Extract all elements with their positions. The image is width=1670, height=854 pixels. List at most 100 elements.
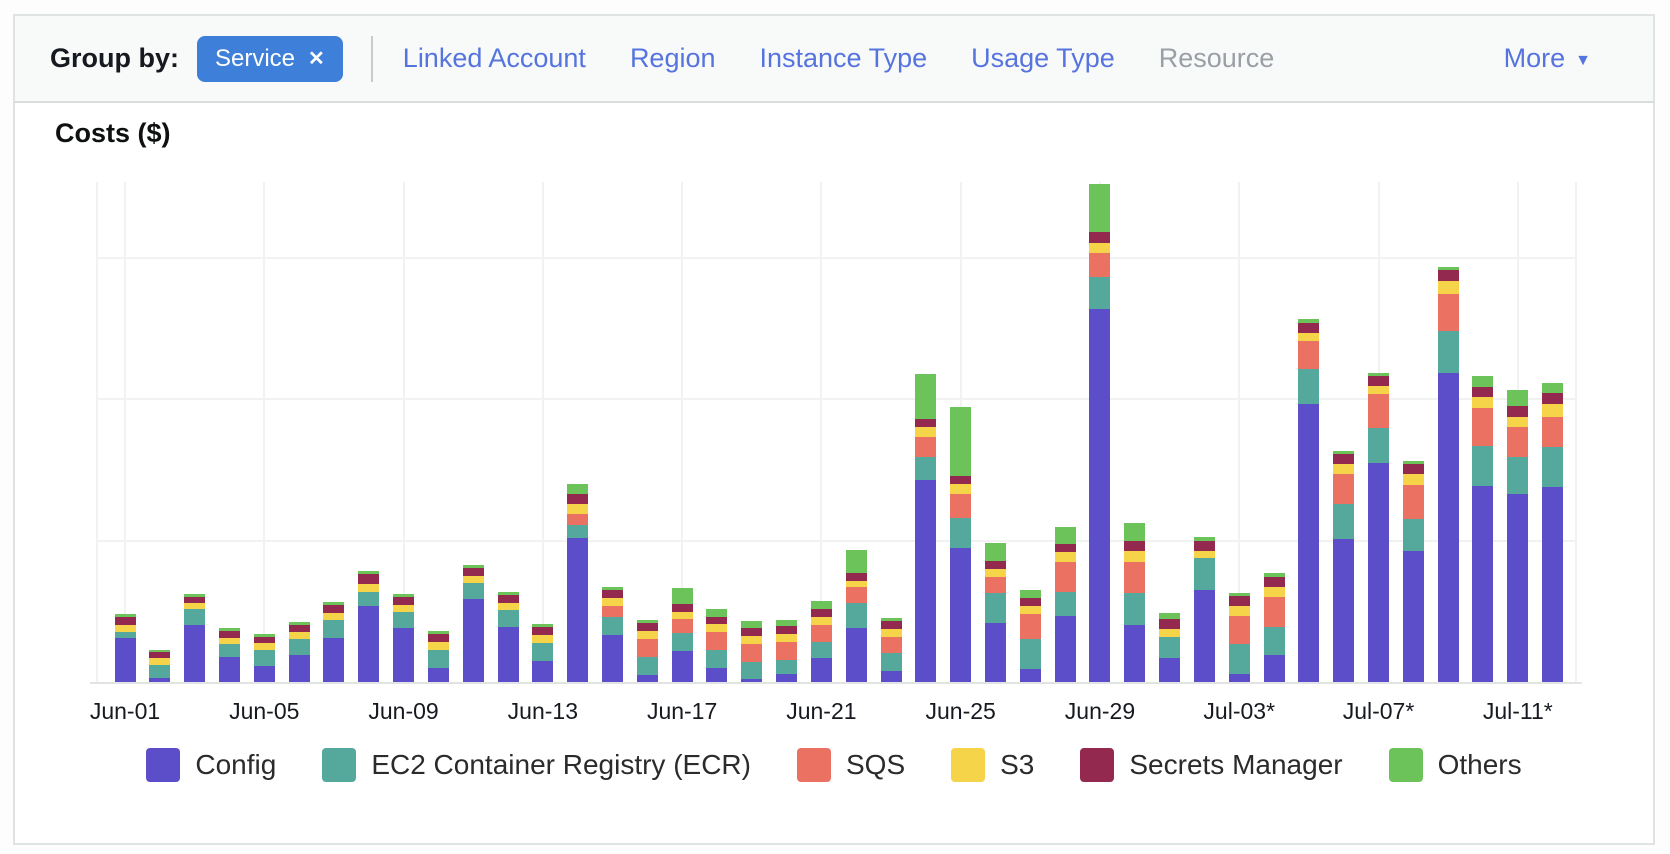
bar-jun-13[interactable] [532,624,553,682]
group-by-option-instance-type[interactable]: Instance Type [760,43,928,74]
bar-segment-others[interactable] [985,543,1006,561]
bar-segment-ec2-container-registry-ecr[interactable] [1264,627,1285,655]
bar-jun-19[interactable] [741,621,762,682]
bar-jun-08[interactable] [358,571,379,682]
bar-segment-s3[interactable] [1472,397,1493,408]
bar-segment-s3[interactable] [115,625,136,632]
bar-segment-secrets-manager[interactable] [393,597,414,605]
bar-segment-sqs[interactable] [1403,485,1424,519]
bar-jul-07[interactable] [1368,373,1389,682]
bar-segment-s3[interactable] [358,584,379,592]
bar-jun-03[interactable] [184,594,205,682]
bar-segment-ec2-container-registry-ecr[interactable] [1194,558,1215,590]
bar-segment-s3[interactable] [1089,243,1110,253]
bar-segment-secrets-manager[interactable] [776,626,797,634]
bar-jul-08[interactable] [1403,461,1424,682]
bar-segment-s3[interactable] [393,605,414,612]
bar-segment-config[interactable] [1368,463,1389,682]
bar-segment-ec2-container-registry-ecr[interactable] [1124,593,1145,625]
more-dropdown[interactable]: More ▼ [1504,43,1591,74]
bar-segment-sqs[interactable] [602,606,623,617]
bar-segment-s3[interactable] [706,624,727,632]
bar-segment-secrets-manager[interactable] [1472,387,1493,397]
bar-segment-ec2-container-registry-ecr[interactable] [323,620,344,638]
bar-segment-secrets-manager[interactable] [1055,544,1076,552]
bar-segment-config[interactable] [1542,487,1563,682]
bar-segment-config[interactable] [672,651,693,682]
bar-segment-config[interactable] [1333,539,1354,682]
bar-segment-secrets-manager[interactable] [1438,270,1459,281]
bar-segment-ec2-container-registry-ecr[interactable] [358,592,379,606]
bar-jun-25[interactable] [950,407,971,682]
bar-segment-ec2-container-registry-ecr[interactable] [1333,504,1354,539]
bar-segment-ec2-container-registry-ecr[interactable] [1020,639,1041,669]
bar-segment-s3[interactable] [463,576,484,583]
bar-segment-s3[interactable] [323,613,344,620]
bar-segment-sqs[interactable] [1542,417,1563,447]
bar-jun-12[interactable] [498,592,519,682]
bar-segment-secrets-manager[interactable] [846,573,867,581]
bar-segment-secrets-manager[interactable] [1403,464,1424,474]
bar-segment-s3[interactable] [741,636,762,644]
bar-segment-config[interactable] [184,625,205,682]
bar-segment-s3[interactable] [1159,629,1180,637]
bar-segment-config[interactable] [706,668,727,682]
bar-segment-secrets-manager[interactable] [1020,598,1041,606]
bar-segment-sqs[interactable] [1124,562,1145,593]
bar-segment-sqs[interactable] [1055,562,1076,592]
bar-segment-ec2-container-registry-ecr[interactable] [776,660,797,674]
bar-segment-secrets-manager[interactable] [602,590,623,598]
bar-segment-s3[interactable] [811,617,832,625]
bar-segment-secrets-manager[interactable] [1542,393,1563,404]
bar-segment-config[interactable] [323,638,344,682]
bar-jun-10[interactable] [428,631,449,682]
bar-segment-s3[interactable] [1229,606,1250,616]
bar-segment-config[interactable] [1472,486,1493,682]
bar-segment-s3[interactable] [637,631,658,639]
bar-segment-others[interactable] [1507,390,1528,406]
bar-segment-s3[interactable] [1124,551,1145,562]
bar-segment-secrets-manager[interactable] [1089,232,1110,243]
bar-segment-s3[interactable] [1403,474,1424,485]
bar-segment-config[interactable] [1438,373,1459,682]
bar-jun-24[interactable] [915,374,936,682]
bar-jul-03[interactable] [1229,593,1250,682]
bar-segment-secrets-manager[interactable] [463,568,484,576]
bar-segment-secrets-manager[interactable] [1368,376,1389,386]
close-icon[interactable]: ✕ [308,46,325,71]
bar-segment-config[interactable] [637,675,658,682]
bar-jun-06[interactable] [289,622,310,682]
bar-segment-ec2-container-registry-ecr[interactable] [1368,428,1389,463]
bar-jun-17[interactable] [672,588,693,682]
bar-segment-config[interactable] [1020,669,1041,682]
bar-jun-14[interactable] [567,484,588,682]
bar-segment-config[interactable] [428,668,449,682]
bar-segment-s3[interactable] [289,632,310,639]
bar-segment-ec2-container-registry-ecr[interactable] [1438,331,1459,373]
bar-segment-config[interactable] [1507,494,1528,682]
bar-segment-s3[interactable] [1368,386,1389,394]
bar-segment-config[interactable] [115,638,136,682]
bar-segment-s3[interactable] [1507,417,1528,427]
bar-jun-05[interactable] [254,634,275,682]
bar-segment-ec2-container-registry-ecr[interactable] [1403,519,1424,551]
bar-jun-22[interactable] [846,550,867,682]
legend-item-config[interactable]: Config [146,748,276,782]
bar-jun-07[interactable] [323,602,344,682]
bar-segment-s3[interactable] [567,504,588,514]
bar-segment-others[interactable] [672,588,693,604]
bar-segment-s3[interactable] [1194,551,1215,558]
bar-segment-sqs[interactable] [881,637,902,653]
bar-segment-secrets-manager[interactable] [323,605,344,613]
bar-segment-secrets-manager[interactable] [881,621,902,629]
bar-segment-sqs[interactable] [811,625,832,642]
bar-segment-others[interactable] [1542,383,1563,393]
bar-jun-18[interactable] [706,609,727,682]
bar-segment-config[interactable] [1089,309,1110,682]
bar-jun-21[interactable] [811,601,832,682]
bar-segment-config[interactable] [1159,658,1180,682]
bar-segment-ec2-container-registry-ecr[interactable] [811,642,832,658]
bar-segment-others[interactable] [1055,527,1076,544]
bar-segment-others[interactable] [1089,184,1110,232]
bar-segment-ec2-container-registry-ecr[interactable] [846,603,867,628]
